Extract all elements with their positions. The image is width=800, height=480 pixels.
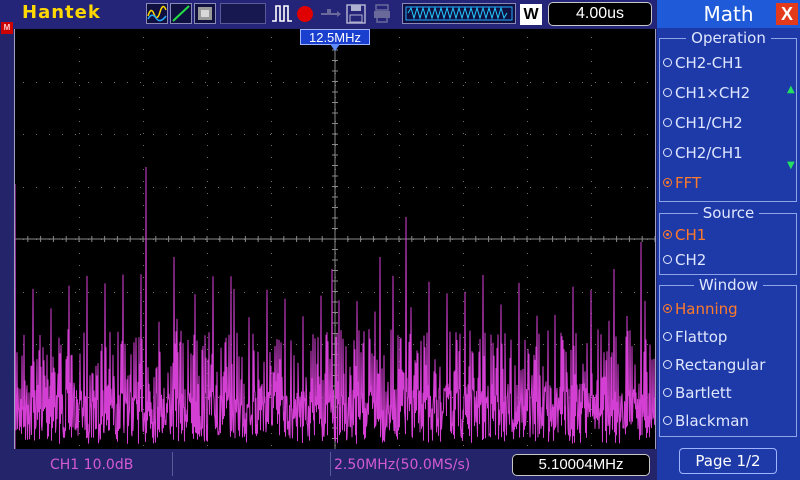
graticule: [14, 28, 656, 449]
status-divider: [172, 452, 173, 476]
line-mode-icon[interactable]: [170, 3, 192, 24]
waveform-display[interactable]: [14, 28, 656, 449]
cursor-frequency-readout: 5.10004MHz: [512, 454, 650, 476]
window-option-bartlett[interactable]: Bartlett: [663, 384, 788, 406]
source-option-ch2[interactable]: CH2: [663, 251, 788, 273]
window-option-flattop[interactable]: Flattop: [663, 328, 788, 350]
top-toolbar: Hantek W 4.00us: [0, 0, 656, 28]
scroll-down-icon[interactable]: ▼: [787, 160, 795, 171]
pulse-trigger-icon[interactable]: [270, 3, 294, 24]
operation-option-ch1xch2[interactable]: CH1×CH2: [663, 84, 788, 106]
window-option-blackman[interactable]: Blackman: [663, 412, 788, 434]
brand-logo: Hantek: [22, 2, 101, 23]
source-option-ch1[interactable]: CH1: [663, 226, 788, 248]
memory-depth-indicator[interactable]: [402, 3, 516, 24]
page-button[interactable]: Page 1/2: [679, 448, 777, 474]
record-icon[interactable]: [295, 3, 315, 24]
math-menu-panel: Math X Operation CH2-CH1 CH1×CH2 CH1/CH2…: [657, 0, 800, 480]
scroll-up-icon[interactable]: ▲: [787, 84, 795, 95]
operation-option-ch1-div-ch2[interactable]: CH1/CH2: [663, 114, 788, 136]
operation-option-fft[interactable]: FFT: [663, 174, 788, 196]
operation-option-ch2-ch1[interactable]: CH2-CH1: [663, 54, 788, 76]
trigger-pointer-icon: [330, 44, 340, 51]
window-button[interactable]: W: [520, 4, 542, 25]
waveform-mode-icon[interactable]: [146, 3, 168, 24]
timebase-readout: 4.00us: [548, 2, 652, 26]
operation-option-ch2-div-ch1[interactable]: CH2/CH1: [663, 144, 788, 166]
status-divider: [330, 452, 331, 476]
save-icon[interactable]: [345, 3, 367, 24]
operation-group-title: Operation: [657, 29, 800, 47]
channel-scale-readout[interactable]: CH1 10.0dB: [50, 457, 133, 473]
persist-mode-icon[interactable]: [194, 3, 216, 24]
math-channel-marker[interactable]: M: [1, 22, 13, 34]
window-group-title: Window: [657, 276, 800, 294]
usb-icon: [319, 3, 343, 24]
span-samplerate-readout: 2.50MHz(50.0MS/s): [334, 457, 471, 473]
close-button[interactable]: X: [776, 3, 798, 25]
status-indicator: [220, 3, 266, 24]
print-icon[interactable]: [372, 3, 392, 24]
window-option-rectangular[interactable]: Rectangular: [663, 356, 788, 378]
source-group-title: Source: [657, 204, 800, 222]
trigger-position-marker[interactable]: 12.5MHz: [300, 29, 370, 45]
window-option-hanning[interactable]: Hanning: [663, 300, 788, 322]
